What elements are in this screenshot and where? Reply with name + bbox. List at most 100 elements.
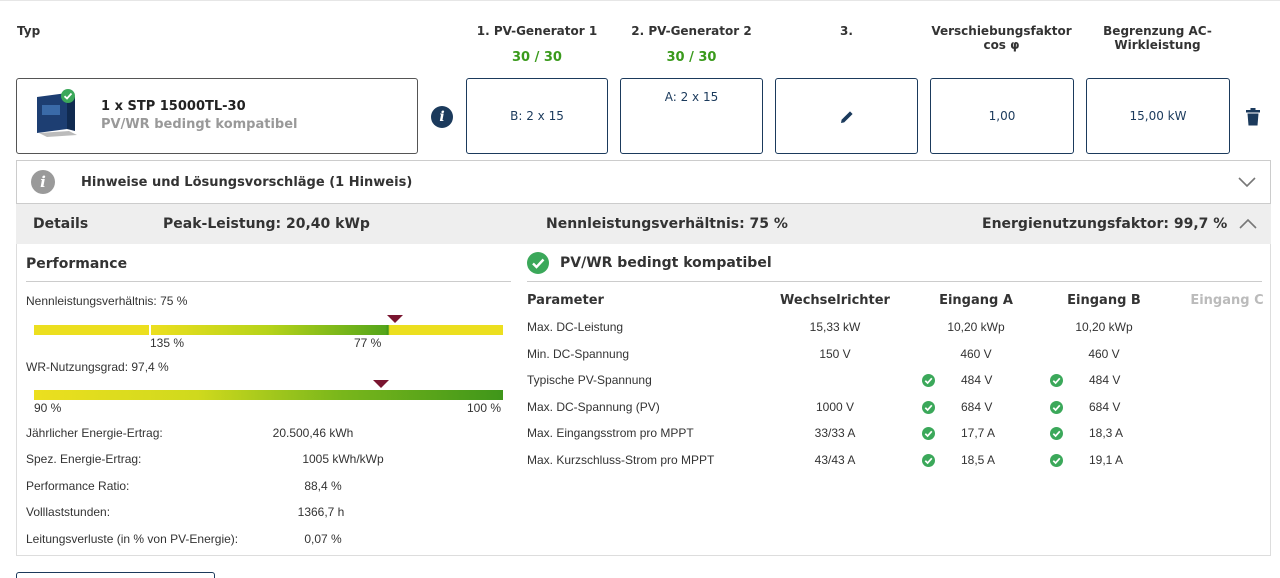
trash-icon[interactable] xyxy=(1245,108,1261,126)
pv2-config-box[interactable]: A: 2 x 15 xyxy=(620,78,763,154)
inverter-image-icon xyxy=(33,89,81,137)
compat-input-b-value: 460 V xyxy=(1088,347,1120,361)
pv1-config-box[interactable]: B: 2 x 15 xyxy=(466,78,608,154)
compat-input-a-value: 684 V xyxy=(961,400,993,414)
hint-info-icon: i xyxy=(31,170,55,194)
compat-inverter-value: 150 V xyxy=(819,347,851,361)
hints-bar[interactable]: i Hinweise und Lösungsvorschläge (1 Hinw… xyxy=(16,160,1271,204)
cos-phi-box[interactable]: 1,00 xyxy=(930,78,1074,154)
compat-ok-icon xyxy=(527,252,549,274)
compat-input-a-value: 18,5 A xyxy=(961,453,996,467)
compat-header-input-a: Eingang A xyxy=(939,293,1013,308)
compat-param: Min. DC-Spannung xyxy=(527,347,630,361)
check-circle-icon xyxy=(1050,427,1063,440)
details-bar[interactable]: Details Peak-Leistung: 20,40 kWp Nennlei… xyxy=(16,204,1271,244)
col-header-ac-limit: Begrenzung AC- Wirkleistung xyxy=(1086,24,1229,52)
compat-input-b-value: 684 V xyxy=(1089,400,1121,414)
compat-param: Typische PV-Spannung xyxy=(527,373,652,387)
inverter-card[interactable]: 1 x STP 15000TL-30 PV/WR bedingt kompati… xyxy=(16,78,418,154)
ratio-scale-left: 135 % xyxy=(150,336,185,350)
compat-inverter-value: 33/33 A xyxy=(814,426,856,440)
pv2-config-value: A: 2 x 15 xyxy=(664,90,719,104)
pencil-icon xyxy=(841,111,853,123)
wr-scale-right: 100 % xyxy=(467,401,502,415)
cos-phi-value: 1,00 xyxy=(988,109,1016,123)
check-circle-icon xyxy=(1050,454,1063,467)
performance-title: Performance xyxy=(26,256,128,272)
compat-input-b-value: 18,3 A xyxy=(1089,426,1124,440)
wr-scale-left: 90 % xyxy=(34,401,62,415)
compat-input-a-value: 460 V xyxy=(960,347,992,361)
col-header-pv1: 1. PV-Generator 1 xyxy=(476,24,598,38)
wr-label: WR-Nutzungsgrad: 97,4 % xyxy=(26,360,169,374)
compat-input-b-value: 19,1 A xyxy=(1089,453,1124,467)
compat-param: Max. DC-Leistung xyxy=(527,320,624,334)
perf-row-label: Volllaststunden: xyxy=(26,505,111,519)
col-header-shift-factor: Verschiebungsfaktor cos φ xyxy=(925,24,1078,52)
info-icon[interactable]: i xyxy=(431,106,453,128)
check-circle-icon xyxy=(1050,401,1063,414)
ratio-marker xyxy=(387,315,404,323)
compat-input-b-value: 10,20 kWp xyxy=(1075,320,1133,334)
compat-inverter-value: 1000 V xyxy=(815,400,855,414)
limit-title-line2: Wirkleistung xyxy=(1114,38,1201,52)
ac-limit-value: 15,00 kW xyxy=(1129,109,1187,123)
compat-input-b-value: 484 V xyxy=(1089,373,1121,387)
compat-param: Max. Eingangsstrom pro MPPT xyxy=(527,426,694,440)
compat-inverter-value: 15,33 kW xyxy=(809,320,861,334)
perf-row-value: 20.500,46 kWh xyxy=(272,426,354,440)
ratio-scale-right: 77 % xyxy=(354,336,382,350)
check-circle-icon xyxy=(1050,374,1063,387)
perf-row-value: 1366,7 h xyxy=(297,505,345,519)
compat-inverter-value: 43/43 A xyxy=(814,453,856,467)
col-header-3: 3. xyxy=(840,24,853,38)
ratio-bar-separator xyxy=(149,325,151,335)
perf-row-label: Performance Ratio: xyxy=(26,479,130,493)
check-circle-icon xyxy=(922,401,935,414)
ratio-label: Nennleistungsverhältnis: 75 % xyxy=(26,294,188,308)
ac-limit-box[interactable]: 15,00 kW xyxy=(1086,78,1230,154)
compat-input-a-value: 17,7 A xyxy=(961,426,996,440)
col-header-pv2: 2. PV-Generator 2 xyxy=(631,24,752,38)
compat-param: Max. DC-Spannung (PV) xyxy=(527,400,660,414)
compat-header-input-c: Eingang C xyxy=(1190,293,1264,308)
compat-header-parameter: Parameter xyxy=(527,293,604,308)
compat-input-a-value: 484 V xyxy=(961,373,993,387)
perf-row-label: Leitungsverluste (in % von PV-Energie): xyxy=(26,532,239,546)
compat-divider xyxy=(527,281,1262,282)
perf-row-label: Spez. Energie-Ertrag: xyxy=(26,452,142,466)
compat-param: Max. Kurzschluss-Strom pro MPPT xyxy=(527,453,715,467)
peak-power: Peak-Leistung: 20,40 kWp xyxy=(163,216,370,232)
inverter-ok-icon xyxy=(61,89,75,103)
compat-header-input-b: Eingang B xyxy=(1067,293,1141,308)
energy-factor: Energienutzungsfaktor: 99,7 % xyxy=(982,216,1228,232)
compat-title: PV/WR bedingt kompatibel xyxy=(560,255,772,271)
details-label: Details xyxy=(33,216,89,232)
performance-divider xyxy=(26,281,511,282)
perf-row-value: 0,07 % xyxy=(304,532,342,546)
top-divider xyxy=(0,0,1280,1)
check-circle-icon xyxy=(922,374,935,387)
pv2-module-count: 30 / 30 xyxy=(666,50,717,65)
chevron-down-icon[interactable] xyxy=(1237,175,1257,189)
inverter-status: PV/WR bedingt kompatibel xyxy=(101,117,298,132)
wr-marker xyxy=(373,380,390,388)
compat-header-inverter: Wechselrichter xyxy=(780,293,890,308)
edit-config-box[interactable] xyxy=(775,78,918,154)
compat-input-a-value: 10,20 kWp xyxy=(947,320,1005,334)
pv1-config-value: B: 2 x 15 xyxy=(510,109,564,123)
chevron-up-icon[interactable] xyxy=(1238,217,1258,231)
ratio-bar xyxy=(34,325,503,335)
check-circle-icon xyxy=(922,427,935,440)
perf-row-value: 1005 kWh/kWp xyxy=(302,452,384,466)
perf-row-value: 88,4 % xyxy=(304,479,342,493)
col-header-typ: Typ xyxy=(17,24,41,38)
limit-title-line1: Begrenzung AC- xyxy=(1103,24,1212,38)
pv1-module-count: 30 / 30 xyxy=(512,50,562,65)
wr-bar xyxy=(34,390,503,400)
shift-title-line2: cos φ xyxy=(983,38,1020,52)
nominal-ratio: Nennleistungsverhältnis: 75 % xyxy=(546,216,788,232)
bottom-button[interactable] xyxy=(16,572,215,578)
hints-label: Hinweise und Lösungsvorschläge (1 Hinwei… xyxy=(81,175,413,190)
inverter-name: 1 x STP 15000TL-30 xyxy=(101,99,246,114)
